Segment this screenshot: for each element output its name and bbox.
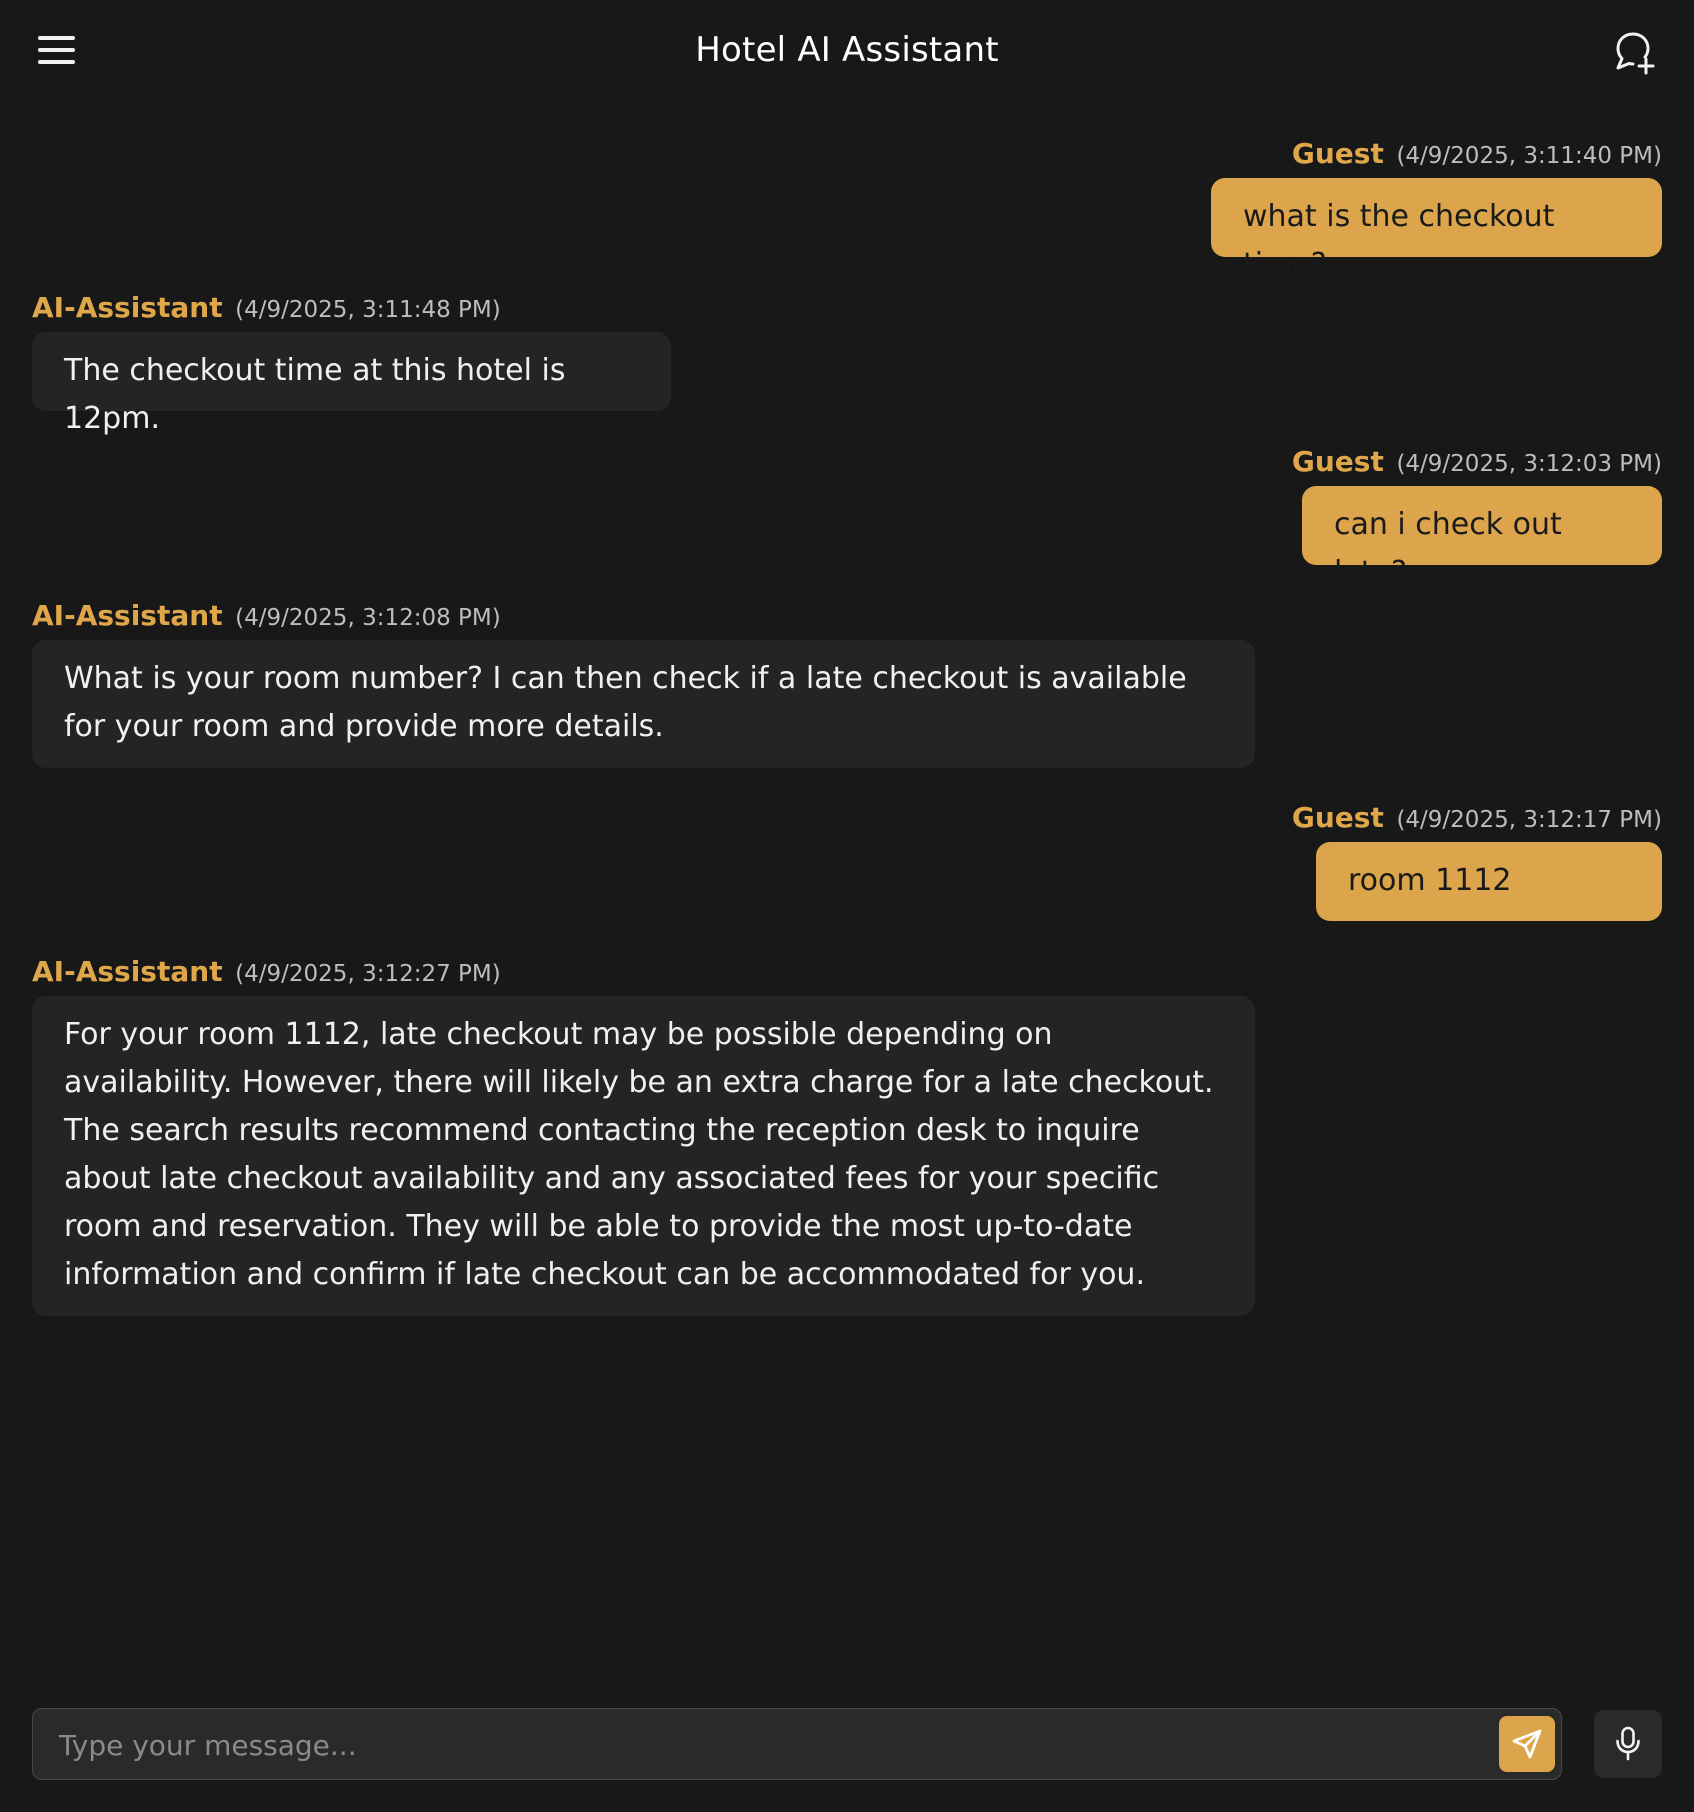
- sender-name: AI-Assistant: [32, 955, 223, 988]
- message-bubble: room 1112: [1316, 842, 1662, 921]
- send-icon: [1512, 1729, 1542, 1759]
- guest-message: Guest (4/9/2025, 3:12:03 PM) can i check…: [1292, 446, 1662, 590]
- new-chat-button[interactable]: [1612, 30, 1658, 76]
- message-timestamp: (4/9/2025, 3:12:17 PM): [1396, 807, 1662, 833]
- message-timestamp: (4/9/2025, 3:12:03 PM): [1396, 451, 1662, 477]
- message-timestamp: (4/9/2025, 3:12:08 PM): [235, 605, 501, 631]
- app-header: Hotel AI Assistant: [0, 0, 1694, 104]
- message-meta: Guest (4/9/2025, 3:12:17 PM): [1292, 802, 1662, 836]
- message-timestamp: (4/9/2025, 3:11:40 PM): [1396, 143, 1662, 169]
- message-meta: AI-Assistant (4/9/2025, 3:11:48 PM): [32, 292, 671, 326]
- message-input[interactable]: [57, 1719, 1461, 1771]
- menu-button[interactable]: [36, 34, 80, 68]
- message-meta: Guest (4/9/2025, 3:12:03 PM): [1292, 446, 1662, 480]
- composer: [32, 1708, 1562, 1780]
- chat-app: Hotel AI Assistant Guest (4/9/2025, 3:11…: [0, 0, 1694, 1812]
- microphone-icon: [1616, 1726, 1640, 1761]
- assistant-message: AI-Assistant (4/9/2025, 3:12:27 PM) For …: [32, 956, 1255, 1316]
- sender-name: Guest: [1291, 801, 1384, 834]
- message-meta: Guest (4/9/2025, 3:11:40 PM): [1211, 138, 1662, 172]
- page-title: Hotel AI Assistant: [695, 30, 999, 70]
- message-bubble: For your room 1112, late checkout may be…: [32, 996, 1255, 1316]
- message-bubble: can i check out late?: [1302, 486, 1662, 590]
- new-chat-icon: [1616, 32, 1655, 75]
- assistant-message: AI-Assistant (4/9/2025, 3:11:48 PM) The …: [32, 292, 671, 436]
- sender-name: Guest: [1291, 445, 1384, 478]
- sender-name: AI-Assistant: [32, 291, 223, 324]
- message-bubble: The checkout time at this hotel is 12pm.: [32, 332, 671, 436]
- guest-message: Guest (4/9/2025, 3:11:40 PM) what is the…: [1211, 138, 1662, 282]
- guest-message: Guest (4/9/2025, 3:12:17 PM) room 1112: [1292, 802, 1662, 921]
- sender-name: AI-Assistant: [32, 599, 223, 632]
- message-meta: AI-Assistant (4/9/2025, 3:12:08 PM): [32, 600, 1255, 634]
- message-timestamp: (4/9/2025, 3:12:27 PM): [235, 961, 501, 987]
- microphone-button[interactable]: [1594, 1710, 1662, 1778]
- send-button[interactable]: [1499, 1716, 1555, 1772]
- message-meta: AI-Assistant (4/9/2025, 3:12:27 PM): [32, 956, 1255, 990]
- message-timestamp: (4/9/2025, 3:11:48 PM): [235, 297, 501, 323]
- sender-name: Guest: [1291, 137, 1384, 170]
- message-bubble: what is the checkout time?: [1211, 178, 1662, 282]
- assistant-message: AI-Assistant (4/9/2025, 3:12:08 PM) What…: [32, 600, 1255, 768]
- message-bubble: What is your room number? I can then che…: [32, 640, 1255, 768]
